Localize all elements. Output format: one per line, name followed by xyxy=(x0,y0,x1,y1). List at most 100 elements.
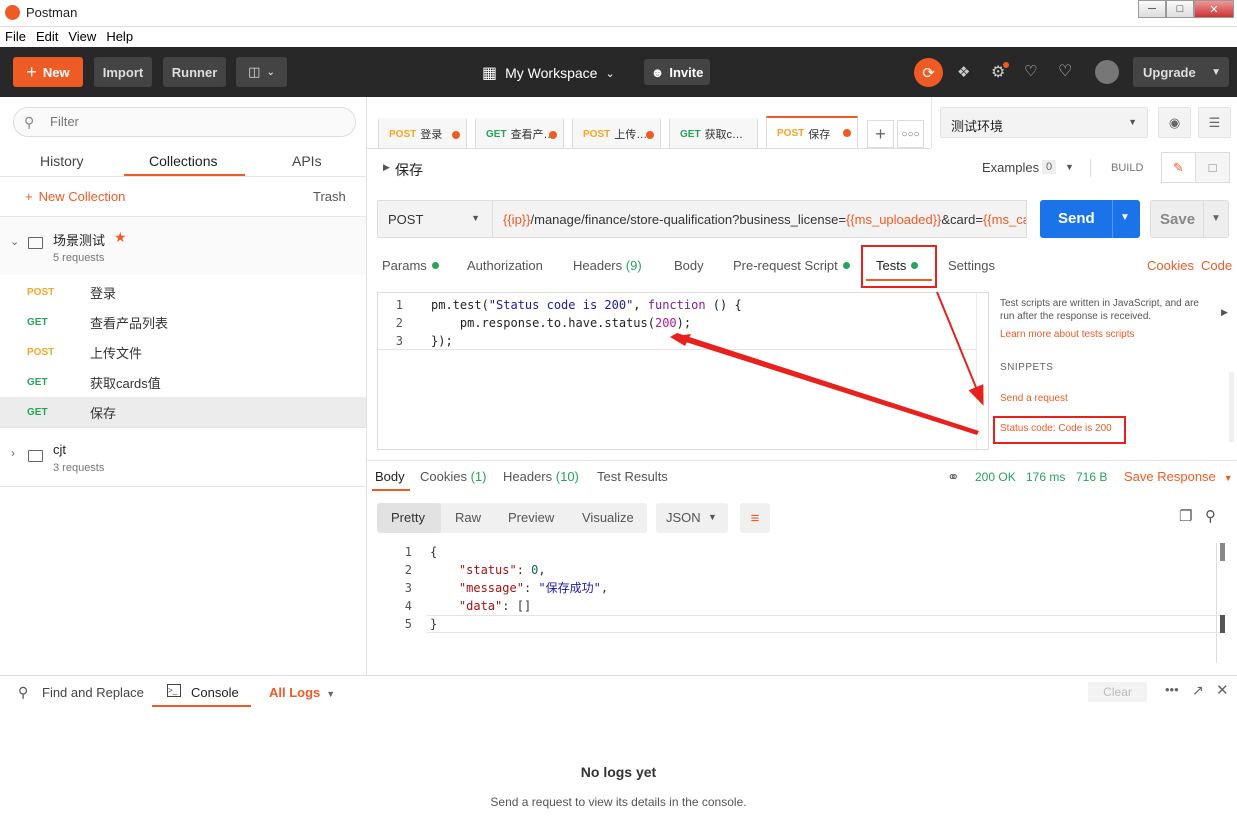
star-icon[interactable]: ★ xyxy=(114,229,127,246)
plus-icon: + xyxy=(26,61,37,82)
collection-item[interactable]: › cjt 3 requests xyxy=(0,428,366,486)
response-tab-test-results[interactable]: Test Results xyxy=(597,469,668,484)
empty-state-subtitle: Send a request to view its details in th… xyxy=(490,795,747,809)
tab-apis[interactable]: APIs xyxy=(292,153,322,169)
divider xyxy=(367,460,1237,461)
format-select[interactable]: JSON ▼ xyxy=(656,503,728,533)
avatar[interactable] xyxy=(1095,60,1119,84)
collection-count: 3 requests xyxy=(53,462,105,474)
response-scrollbar[interactable] xyxy=(1216,543,1217,663)
popout-icon[interactable]: ↗ xyxy=(1192,682,1204,699)
response-line-numbers: 1 2 3 4 5 xyxy=(404,545,412,631)
new-button[interactable]: + New xyxy=(13,57,83,87)
menu-edit[interactable]: Edit xyxy=(31,27,63,46)
folder-icon xyxy=(28,450,43,462)
sync-icon[interactable]: ⟳ xyxy=(914,58,943,87)
ellipsis-icon[interactable]: ••• xyxy=(1165,682,1179,697)
folder-icon xyxy=(28,237,43,249)
postman-logo-icon xyxy=(5,5,20,20)
arrow-to-code xyxy=(670,333,979,435)
view-visualize[interactable]: Visualize xyxy=(582,510,634,525)
request-item-selected[interactable]: GET 保存 xyxy=(0,397,366,427)
window-icon: ◫ xyxy=(248,64,261,79)
satellite-icon[interactable]: ❖ xyxy=(957,63,970,81)
caret-down-icon: ▼ xyxy=(1223,473,1233,483)
menu-bar: File Edit View Help xyxy=(0,27,1237,47)
window-title: Postman xyxy=(26,5,78,20)
chevron-down-icon: ⌄ xyxy=(266,66,275,78)
caret-down-icon: ▼ xyxy=(708,512,717,522)
filter-field[interactable]: ⚲ xyxy=(13,107,356,137)
log-level-select[interactable]: All Logs ▼ xyxy=(269,685,335,700)
chevron-down-icon: ⌄ xyxy=(10,236,20,248)
copy-icon[interactable]: ❐ xyxy=(1179,507,1192,525)
view-preview[interactable]: Preview xyxy=(508,510,554,525)
invite-button[interactable]: ☻ Invite xyxy=(644,59,710,85)
collection-name: cjt xyxy=(53,442,66,457)
wrap-lines-icon[interactable]: ≡ xyxy=(740,503,770,533)
status-code[interactable]: 200 OK xyxy=(975,470,1016,484)
tab-history[interactable]: History xyxy=(40,153,84,169)
title-bar: Postman ─ □ ✕ xyxy=(0,0,1237,27)
notification-dot xyxy=(1003,62,1009,68)
scrollbar-thumb[interactable] xyxy=(1220,543,1225,561)
request-item[interactable]: GET 获取cards值 xyxy=(0,367,366,397)
divider xyxy=(0,486,366,487)
menu-file[interactable]: File xyxy=(0,27,31,46)
heart-icon[interactable]: ♡ xyxy=(1058,61,1072,81)
caret-down-icon: ▼ xyxy=(326,689,336,699)
response-size[interactable]: 716 B xyxy=(1076,470,1107,484)
collection-count: 5 requests xyxy=(53,252,105,264)
response-tab-headers[interactable]: Headers (10) xyxy=(503,469,579,484)
new-window-button[interactable]: ◫ ⌄ xyxy=(236,57,287,87)
menu-help[interactable]: Help xyxy=(101,27,138,46)
view-pretty[interactable]: Pretty xyxy=(391,510,425,525)
console-panel: ⚲ Find and Replace >_ Console All Logs ▼ … xyxy=(0,675,1237,827)
find-replace-tab[interactable]: Find and Replace xyxy=(42,685,144,700)
save-response-button[interactable]: Save Response ▼ xyxy=(1124,469,1233,484)
collection-item[interactable]: ⌄ 场景测试 ★ 5 requests xyxy=(0,217,366,275)
new-collection-link[interactable]: + New Collection xyxy=(25,189,125,204)
collection-name: 场景测试 xyxy=(53,233,106,248)
caret-down-icon: ▼ xyxy=(1211,66,1221,78)
current-line-highlight xyxy=(427,615,1225,633)
arrow-to-snippet xyxy=(936,291,984,406)
view-mode-group: Pretty Raw Preview Visualize xyxy=(377,503,647,533)
main-panel: POST 登录 GET 查看产… POST 上传… GET 获取c… POST 保存 + … xyxy=(367,97,1237,675)
app-header: + New Import Runner ◫ ⌄ ▦ My Workspace ⌄ ☻… xyxy=(0,47,1237,97)
clear-button[interactable]: Clear xyxy=(1088,682,1147,702)
console-tab[interactable]: Console xyxy=(191,685,239,700)
divider xyxy=(0,176,366,177)
close-icon[interactable]: ✕ xyxy=(1216,681,1229,699)
response-time[interactable]: 176 ms xyxy=(1026,470,1065,484)
import-button[interactable]: Import xyxy=(94,57,152,87)
filter-input[interactable] xyxy=(50,114,330,129)
active-tab-indicator xyxy=(152,705,251,707)
bell-icon[interactable]: ♡ xyxy=(1024,62,1037,80)
tab-collections[interactable]: Collections xyxy=(149,153,217,169)
response-tab-cookies[interactable]: Cookies (1) xyxy=(420,469,486,484)
close-window-icon[interactable]: ✕ xyxy=(1194,0,1234,18)
minimize-icon[interactable]: ─ xyxy=(1138,0,1166,18)
chevron-right-icon: › xyxy=(11,446,15,460)
request-item[interactable]: GET 查看产品列表 xyxy=(0,307,366,337)
chevron-down-icon: ⌄ xyxy=(605,67,615,80)
runner-button[interactable]: Runner xyxy=(163,57,226,87)
workspace-switcher[interactable]: ▦ My Workspace ⌄ xyxy=(482,63,615,83)
response-tab-body[interactable]: Body xyxy=(375,469,405,484)
trash-link[interactable]: Trash xyxy=(313,189,346,204)
sidebar: ⚲ History Collections APIs +New Collecti… xyxy=(0,97,367,675)
globe-icon[interactable]: ⚭ xyxy=(947,468,960,486)
search-icon: ⚲ xyxy=(18,684,29,700)
empty-state-title: No logs yet xyxy=(580,764,657,780)
request-item[interactable]: POST 上传文件 xyxy=(0,337,366,367)
search-icon[interactable]: ⚲ xyxy=(1205,507,1216,525)
person-add-icon: ☻ xyxy=(650,64,665,80)
view-raw[interactable]: Raw xyxy=(455,510,481,525)
upgrade-button[interactable]: Upgrade ▼ xyxy=(1133,57,1229,87)
request-item[interactable]: POST 登录 xyxy=(0,277,366,307)
grid-icon: ▦ xyxy=(482,65,498,82)
scrollbar-thumb[interactable] xyxy=(1220,615,1225,633)
maximize-icon[interactable]: □ xyxy=(1166,0,1194,18)
menu-view[interactable]: View xyxy=(63,27,101,46)
